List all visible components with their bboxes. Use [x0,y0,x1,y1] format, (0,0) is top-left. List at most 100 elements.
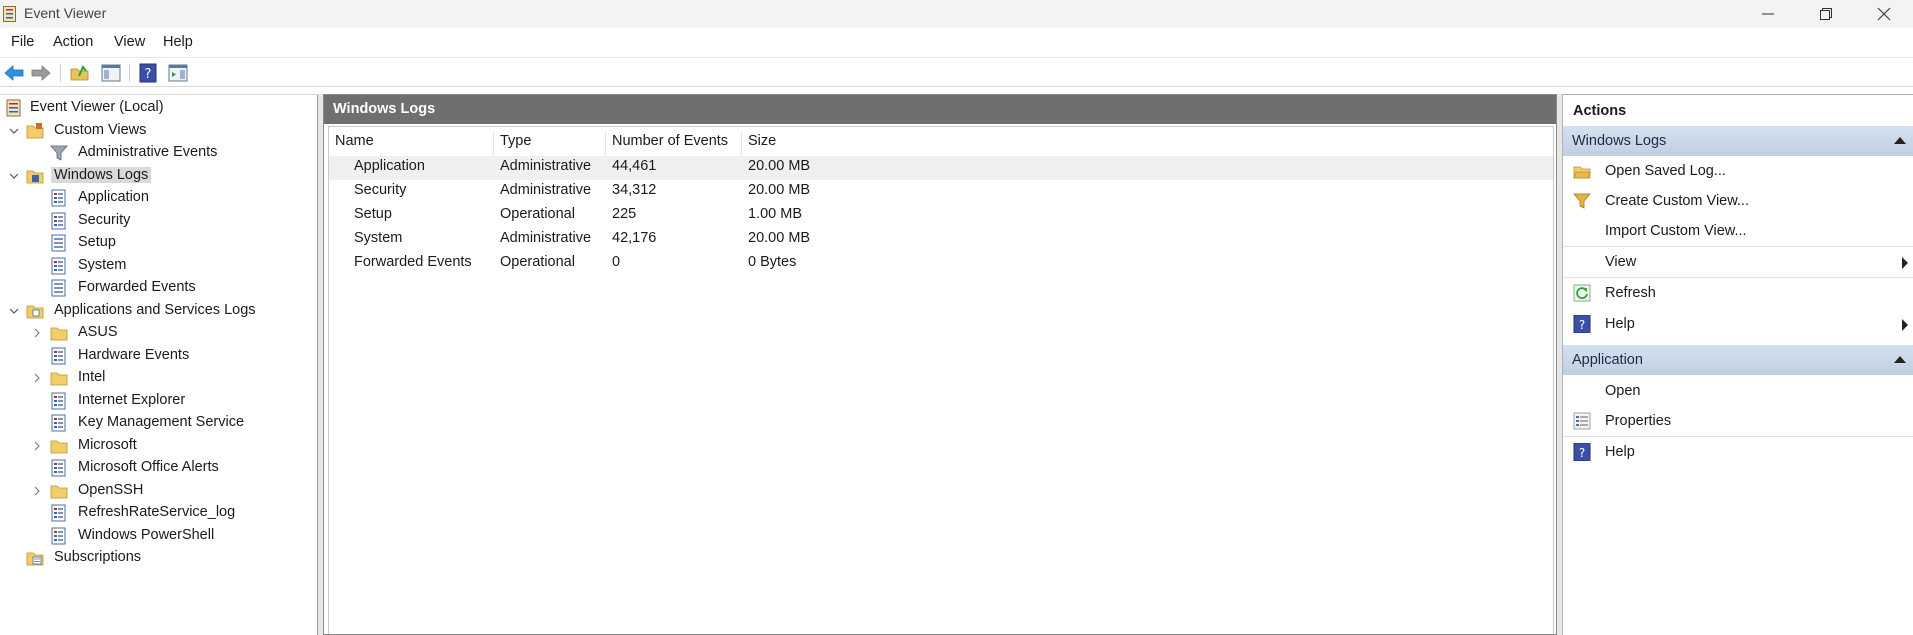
tree-label: Applications and Services Logs [54,302,256,318]
forward-button[interactable] [30,62,52,84]
tree-item-openssh[interactable]: OpenSSH [0,480,316,502]
cell-type: Administrative [500,182,592,198]
action-view[interactable]: View [1563,247,1913,277]
action-help-application[interactable]: ? Help [1563,437,1913,467]
minimize-button[interactable] [1739,0,1797,28]
tree-item-internet-explorer[interactable]: Internet Explorer [0,390,316,412]
cell-size: 20.00 MB [748,182,811,198]
chevron-right-icon[interactable] [32,328,42,338]
cell-size: 20.00 MB [748,230,811,246]
menu-view[interactable]: View [114,34,145,50]
table-row[interactable]: Forwarded Events Operational 0 0 Bytes [329,252,1553,276]
log-icon [51,459,66,477]
cell-type: Operational [500,254,575,270]
action-properties[interactable]: Properties [1563,406,1913,436]
tree-item-setup[interactable]: Setup [0,232,316,254]
column-header-size[interactable]: Size [742,131,862,155]
tree-item-windows-logs[interactable]: Windows Logs [0,165,316,187]
back-icon [4,65,24,81]
action-label: View [1605,254,1637,270]
open-folder-icon [70,65,89,81]
subscriptions-icon [26,552,44,566]
tree-item-hardware-events[interactable]: Hardware Events [0,345,316,367]
tree-item-event-viewer-local[interactable]: Event Viewer (Local) [0,97,316,119]
help-icon: ? [1573,315,1591,333]
folder-icon [26,305,44,319]
collapse-caret-icon[interactable] [1894,137,1906,144]
menu-help[interactable]: Help [163,34,193,50]
actions-section-application[interactable]: Application [1563,345,1913,375]
table-row[interactable]: Setup Operational 225 1.00 MB [329,204,1553,228]
cell-size: 0 Bytes [748,254,797,270]
close-button[interactable] [1855,0,1913,28]
tree-item-application[interactable]: Application [0,187,316,209]
column-header-number-of-events[interactable]: Number of Events [606,131,742,155]
menu-action[interactable]: Action [53,34,93,50]
column-header-type[interactable]: Type [494,131,606,155]
chevron-down-icon[interactable] [9,126,19,136]
results-pane-title: Windows Logs [324,95,1556,124]
back-button[interactable] [3,62,25,84]
collapse-caret-icon[interactable] [1894,356,1906,363]
actions-title: Actions [1573,103,1627,119]
cell-number-of-events: 0 [612,254,621,270]
show-hide-tree-button[interactable] [100,62,122,84]
action-label: Refresh [1605,285,1656,301]
tree-item-refreshrateservice-log[interactable]: RefreshRateService_log [0,502,316,524]
toolbar-separator [60,64,61,82]
tree-label: Microsoft [78,437,137,453]
chevron-down-icon[interactable] [9,306,19,316]
action-open-saved-log[interactable]: Open Saved Log... [1563,156,1913,186]
column-header-name[interactable]: Name [329,131,494,155]
table-row[interactable]: Application Administrative 44,461 20.00 … [329,156,1553,180]
chevron-right-icon[interactable] [32,441,42,451]
cell-type: Operational [500,206,575,222]
log-icon [51,189,66,207]
cell-name: Security [354,182,407,198]
tree-label: ASUS [78,324,118,340]
action-create-custom-view[interactable]: Create Custom View... [1563,186,1913,216]
show-hide-action-pane-button[interactable] [167,62,189,84]
actions-section-windows-logs[interactable]: Windows Logs [1563,126,1913,156]
log-icon [51,279,66,297]
tree-item-applications-and-services-logs[interactable]: Applications and Services Logs [0,300,316,322]
menu-file[interactable]: File [11,34,34,50]
folder-icon [50,372,68,386]
tree-item-administrative-events[interactable]: Administrative Events [0,142,316,164]
tree-label: Subscriptions [54,549,142,565]
action-import-custom-view[interactable]: Import Custom View... [1563,216,1913,246]
log-icon [51,527,66,545]
tree-item-subscriptions[interactable]: Subscriptions [0,547,316,569]
restore-button[interactable] [1797,0,1855,28]
tree-item-windows-powershell[interactable]: Windows PowerShell [0,525,316,547]
action-open[interactable]: Open [1563,376,1913,406]
table-row[interactable]: System Administrative 42,176 20.00 MB [329,228,1553,252]
tree-item-microsoft-office-alerts[interactable]: Microsoft Office Alerts [0,457,316,479]
chevron-right-icon[interactable] [32,373,42,383]
section-label: Application [1572,352,1643,368]
tree-item-custom-views[interactable]: Custom Views [0,120,316,142]
tree-item-forwarded-events[interactable]: Forwarded Events [0,277,316,299]
folder-icon [50,327,68,341]
help-button[interactable]: ? [137,62,159,84]
tree-item-asus[interactable]: ASUS [0,322,316,344]
tree-item-system[interactable]: System [0,255,316,277]
up-folder-button[interactable] [69,62,91,84]
folder-icon [26,170,44,184]
action-refresh[interactable]: Refresh [1563,278,1913,308]
tree-label: Hardware Events [78,347,190,363]
tree-item-security[interactable]: Security [0,210,316,232]
tree-item-key-management-service[interactable]: Key Management Service [0,412,316,434]
table-row[interactable]: Security Administrative 34,312 20.00 MB [329,180,1553,204]
actions-pane: Actions Windows Logs Open Saved Log... C… [1562,94,1913,635]
chevron-right-icon[interactable] [32,486,42,496]
action-label: Import Custom View... [1605,223,1747,239]
action-help[interactable]: ? Help [1563,309,1913,339]
folder-icon [26,123,44,139]
tree-item-intel[interactable]: Intel [0,367,316,389]
action-label: Open Saved Log... [1605,163,1726,179]
cell-number-of-events: 44,461 [612,158,657,174]
tree-item-microsoft[interactable]: Microsoft [0,435,316,457]
logs-table: Name Type Number of Events Size Applicat… [328,126,1554,634]
chevron-down-icon[interactable] [9,171,19,181]
